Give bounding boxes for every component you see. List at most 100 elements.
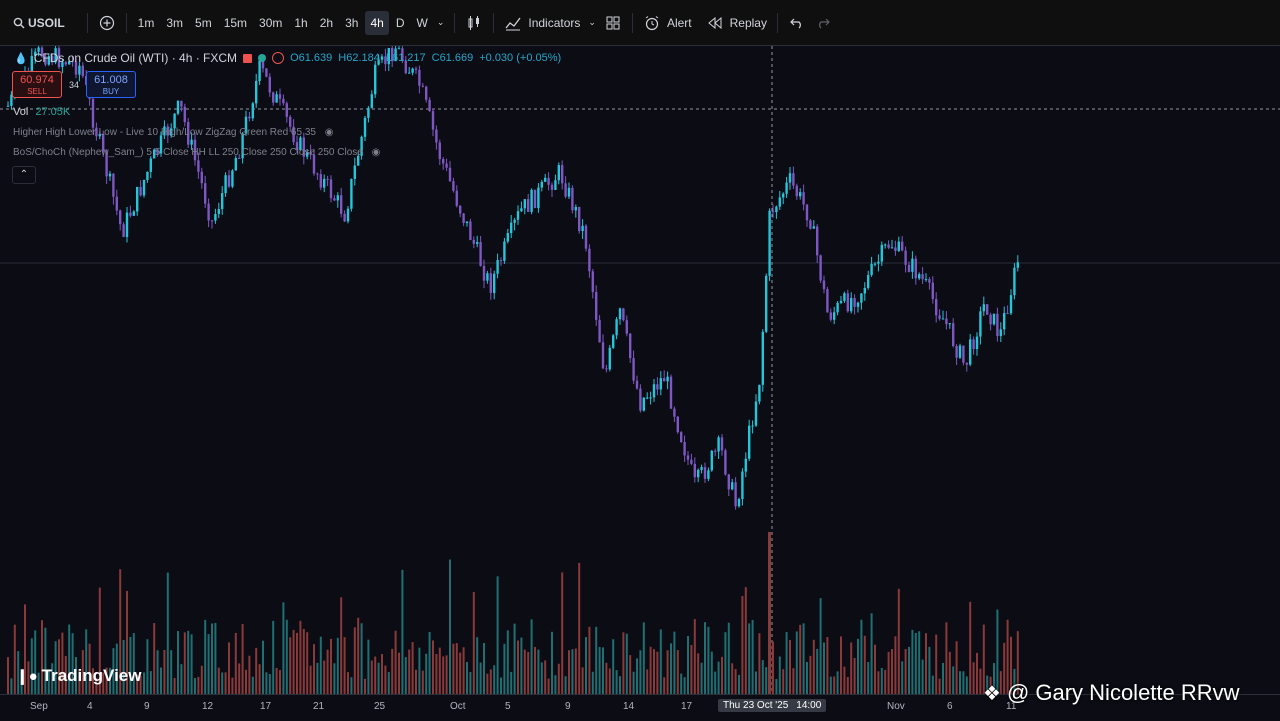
volume-bar xyxy=(812,639,815,694)
candle-body xyxy=(958,345,962,358)
candle-body xyxy=(982,304,985,312)
volume-bar xyxy=(765,667,768,694)
volume-bar xyxy=(887,651,890,694)
volume-bar xyxy=(282,602,285,694)
timeframe-3h[interactable]: 3h xyxy=(340,11,363,35)
timeframe-D[interactable]: D xyxy=(391,11,410,35)
candle-body xyxy=(411,68,414,73)
candle-body xyxy=(438,142,441,160)
candle-body xyxy=(476,242,479,244)
timeframe-30m[interactable]: 30m xyxy=(254,11,287,35)
volume-bar xyxy=(761,660,764,694)
volume-bar xyxy=(738,674,740,694)
undo-button[interactable] xyxy=(784,11,810,35)
candle-body xyxy=(700,467,703,470)
candle-body xyxy=(268,76,271,93)
volume-bar xyxy=(455,643,458,694)
candle-body xyxy=(642,397,645,411)
volume-bar xyxy=(561,572,564,694)
timeframe-dropdown[interactable]: ⌄ xyxy=(433,11,449,35)
candle-body xyxy=(326,178,329,180)
candle-body xyxy=(748,425,751,459)
volume-bar xyxy=(296,632,298,694)
candle-body xyxy=(336,195,339,201)
candle-body xyxy=(435,129,438,143)
timeframe-W[interactable]: W xyxy=(411,11,432,35)
indicators-icon xyxy=(504,14,522,32)
collapse-legend-button[interactable]: ⌃ xyxy=(12,166,36,184)
timeframe-2h[interactable]: 2h xyxy=(315,11,338,35)
volume-bar xyxy=(544,660,547,694)
volume-bar xyxy=(513,623,516,694)
candle-body xyxy=(363,117,367,137)
eye-hidden-icon[interactable]: ◉ xyxy=(372,147,381,158)
candle-body xyxy=(183,106,186,123)
timeframe-3m[interactable]: 3m xyxy=(161,11,188,35)
volume-bar xyxy=(714,671,717,694)
timeframe-5m[interactable]: 5m xyxy=(190,11,217,35)
sell-button[interactable]: 60.974 SELL xyxy=(12,71,62,98)
volume-bar xyxy=(683,677,686,694)
candle-body xyxy=(601,342,605,369)
candle-body xyxy=(894,247,897,251)
candle-body xyxy=(550,184,554,190)
volume-bar xyxy=(200,665,203,694)
indicators-dropdown[interactable]: ⌄ xyxy=(584,11,600,35)
alarm-clock-icon xyxy=(643,14,661,32)
timeframe-1h[interactable]: 1h xyxy=(289,11,312,35)
candle-body xyxy=(890,247,894,249)
volume-bar xyxy=(772,641,774,694)
volume-bar xyxy=(938,678,941,694)
volume-bar xyxy=(163,649,166,694)
chart-type-button[interactable] xyxy=(461,11,487,35)
volume-bar xyxy=(741,595,744,694)
redo-button[interactable] xyxy=(810,11,836,35)
chart-pane[interactable] xyxy=(0,46,1280,694)
volume-bar xyxy=(625,633,628,694)
volume-bar xyxy=(343,637,346,694)
volume-bar xyxy=(874,644,876,694)
alert-button[interactable]: Alert xyxy=(639,11,696,35)
volume-bar xyxy=(496,576,499,694)
compare-button[interactable] xyxy=(94,11,120,35)
replay-button[interactable]: Replay xyxy=(702,11,771,35)
volume-bar xyxy=(347,672,349,694)
candle-body xyxy=(646,397,649,399)
volume-bar xyxy=(884,669,887,694)
eye-hidden-icon[interactable]: ◉ xyxy=(325,127,334,138)
volume-bar xyxy=(143,672,145,694)
layouts-button[interactable] xyxy=(600,11,626,35)
volume-bar xyxy=(238,663,241,694)
chart-legend: 💧 CFDs on Crude Oil (WTI) · 4h · FXCM O6… xyxy=(14,51,561,65)
indicator-bos[interactable]: BoS/ChoCh (Nephew_Sam_) 5 5 Close HH LL … xyxy=(13,147,380,158)
top-toolbar: USOIL 1m 3m 5m 15m 30m 1h 2h 3h 4h D W ⌄ Indicator… xyxy=(0,0,1280,46)
volume-bar xyxy=(955,641,958,694)
crosshair-time-label: Thu 23 Oct '25 14:00 xyxy=(718,699,827,712)
indicator-hhll[interactable]: Higher High Lower Low - Live 10 High/Low… xyxy=(13,127,333,138)
candle-body xyxy=(340,195,343,214)
timeframe-15m[interactable]: 15m xyxy=(219,11,252,35)
volume-bar xyxy=(387,672,390,694)
buy-button[interactable]: 61.008 BUY xyxy=(86,71,136,98)
candle-body xyxy=(731,482,734,490)
candle-body xyxy=(544,177,547,182)
timeframe-4h[interactable]: 4h xyxy=(365,10,389,35)
indicators-button[interactable]: Indicators xyxy=(500,11,584,35)
candle-body xyxy=(928,279,931,283)
volume-bar xyxy=(204,619,207,694)
volume-bar xyxy=(785,632,788,694)
candle-body xyxy=(805,204,809,221)
candle-body xyxy=(948,323,951,325)
candle-body xyxy=(833,312,836,320)
candle-body xyxy=(132,211,135,216)
candle-body xyxy=(724,450,727,475)
watermark: ❖ @ Gary Nicolette RRvw xyxy=(983,680,1240,706)
candle-body xyxy=(523,199,526,209)
candle-body xyxy=(972,339,975,350)
symbol-search[interactable]: USOIL xyxy=(0,11,69,35)
volume-bar xyxy=(275,667,278,694)
volume-bar xyxy=(166,572,169,694)
volume-bar xyxy=(710,651,713,694)
candle-body xyxy=(115,196,118,211)
timeframe-1m[interactable]: 1m xyxy=(133,11,160,35)
